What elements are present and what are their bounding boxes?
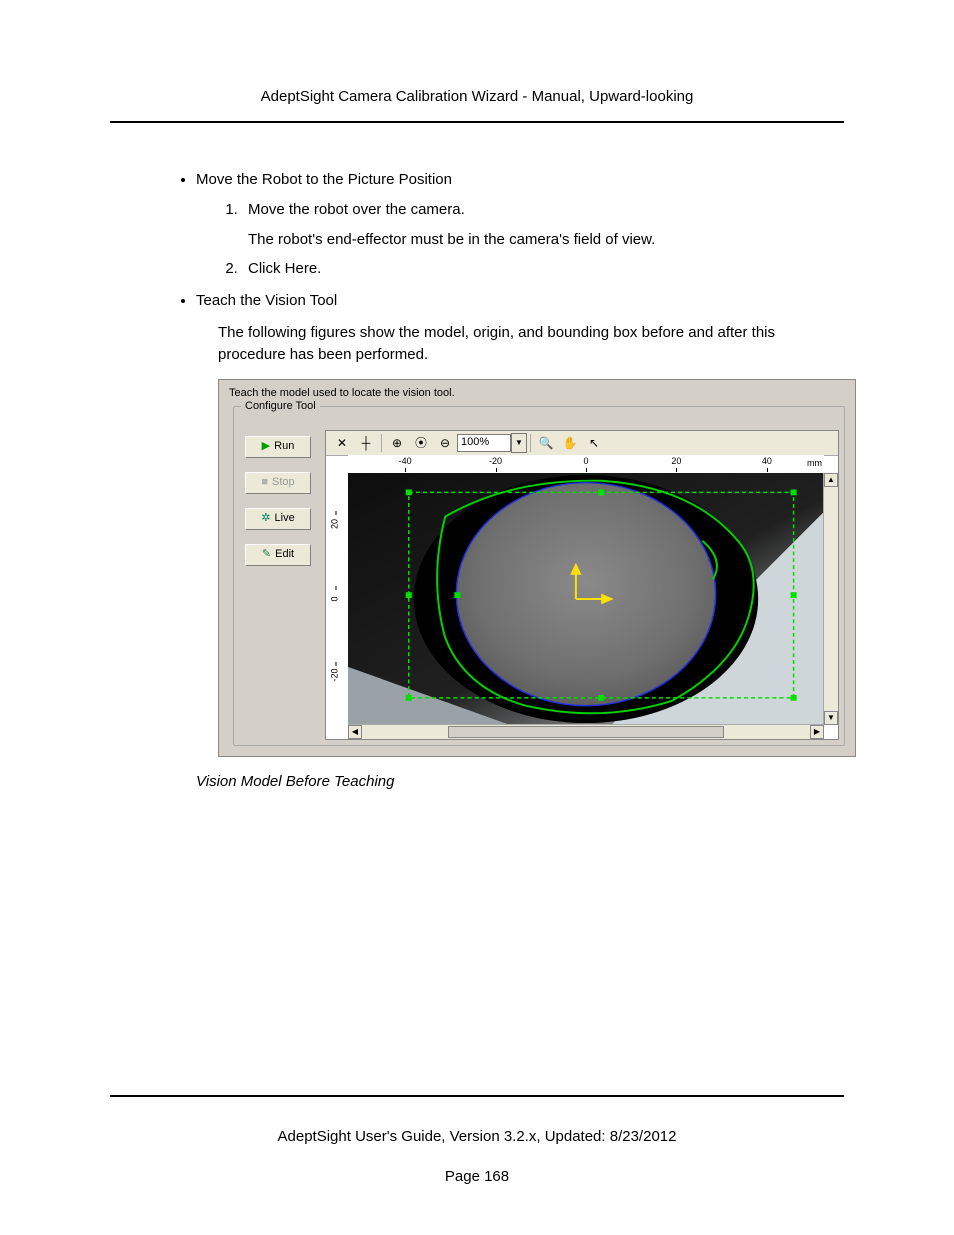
x-tick: 20 xyxy=(661,455,691,468)
configure-tool-label: Configure Tool xyxy=(241,399,320,415)
scroll-left-icon[interactable]: ◀ xyxy=(348,725,362,739)
edit-label: Edit xyxy=(275,547,294,563)
run-button[interactable]: ▶ Run xyxy=(245,436,311,458)
step-2-text: Click Here. xyxy=(248,260,321,277)
section1-title: Move the Robot to the Picture Position xyxy=(196,171,452,188)
magnifier-icon[interactable]: 🔍 xyxy=(534,432,558,454)
zoom-in-icon[interactable]: ⊕ xyxy=(385,432,409,454)
x-tick: -20 xyxy=(481,455,511,468)
pointer-icon[interactable]: ↖ xyxy=(582,432,606,454)
step-1: Move the robot over the camera. The robo… xyxy=(242,199,844,251)
section2-title: Teach the Vision Tool xyxy=(196,292,337,309)
y-tick: 20 xyxy=(328,515,341,533)
x-tick: -40 xyxy=(390,455,420,468)
live-icon: ✲ xyxy=(261,511,270,527)
x-unit: mm xyxy=(807,457,822,470)
x-tick: 40 xyxy=(752,455,782,468)
separator-icon xyxy=(381,434,382,452)
x-tick: 0 xyxy=(571,455,601,468)
footer-rule xyxy=(110,1095,844,1097)
footer-line: AdeptSight User's Guide, Version 3.2.x, … xyxy=(110,1128,844,1145)
image-canvas[interactable] xyxy=(348,473,824,725)
separator-icon xyxy=(530,434,531,452)
edit-button[interactable]: ✎ Edit xyxy=(245,544,311,566)
scroll-down-icon[interactable]: ▼ xyxy=(824,711,838,725)
body-content: Move the Robot to the Picture Position M… xyxy=(110,169,844,793)
ruler-vertical: 20 0 -20 xyxy=(326,473,349,725)
step-2: Click Here. xyxy=(242,258,844,280)
zoom-value-input[interactable]: 100% xyxy=(457,434,511,452)
stop-button[interactable]: ■ Stop xyxy=(245,472,311,494)
zoom-out-icon[interactable]: ⊖ xyxy=(433,432,457,454)
page-header: AdeptSight Camera Calibration Wizard - M… xyxy=(110,88,844,105)
live-label: Live xyxy=(275,511,295,527)
stop-label: Stop xyxy=(272,475,295,491)
y-tick: 0 xyxy=(328,590,341,608)
page-number: Page 168 xyxy=(0,1168,954,1185)
tool-icon[interactable]: ✕ xyxy=(330,432,354,454)
header-rule xyxy=(110,121,844,123)
vertical-scrollbar[interactable]: ▲ ▼ xyxy=(823,473,838,725)
stop-icon: ■ xyxy=(261,475,268,491)
scroll-thumb[interactable] xyxy=(448,726,724,738)
embedded-screenshot: Teach the model used to locate the visio… xyxy=(218,379,856,757)
scroll-up-icon[interactable]: ▲ xyxy=(824,473,838,487)
section-teach-tool: Teach the Vision Tool The following figu… xyxy=(196,290,844,793)
viewer-toolbar: ✕ ┼ ⊕ ⦿ ⊖ 100% ▼ 🔍 ✋ ↖ xyxy=(326,431,838,456)
run-label: Run xyxy=(274,439,294,455)
ruler-horizontal: -40 -20 0 20 40 mm xyxy=(348,455,824,474)
pan-hand-icon[interactable]: ✋ xyxy=(558,432,582,454)
y-tick: -20 xyxy=(328,666,341,684)
live-button[interactable]: ✲ Live xyxy=(245,508,311,530)
zoom-dropdown-icon[interactable]: ▼ xyxy=(511,433,527,453)
step-1-text: Move the robot over the camera. xyxy=(248,201,465,218)
image-viewer: ✕ ┼ ⊕ ⦿ ⊖ 100% ▼ 🔍 ✋ ↖ xyxy=(325,430,839,740)
crosshair-icon[interactable]: ┼ xyxy=(354,432,378,454)
section2-para: The following figures show the model, or… xyxy=(218,322,844,366)
step-1-sub: The robot's end-effector must be in the … xyxy=(248,229,844,251)
edit-icon: ✎ xyxy=(262,547,271,563)
scroll-right-icon[interactable]: ▶ xyxy=(810,725,824,739)
zoom-fit-icon[interactable]: ⦿ xyxy=(409,432,433,454)
horizontal-scrollbar[interactable]: ◀ ▶ xyxy=(348,724,824,739)
figure-caption: Vision Model Before Teaching xyxy=(196,771,844,793)
play-icon: ▶ xyxy=(262,439,270,455)
section-move-robot: Move the Robot to the Picture Position M… xyxy=(196,169,844,280)
